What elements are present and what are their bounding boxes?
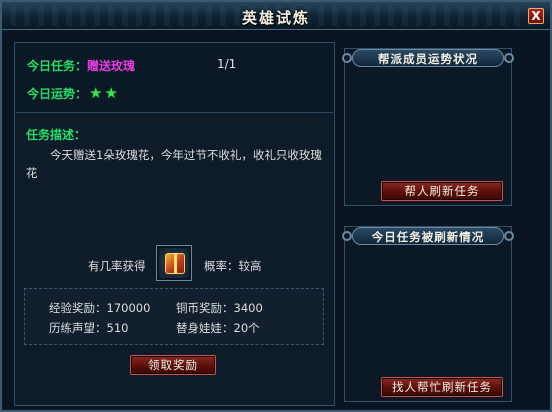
refresh-status-title: 今日任务被刷新情况 <box>371 230 485 244</box>
star-icon: ★ <box>104 84 118 102</box>
copper-reward: 铜币奖励：3400 <box>176 301 263 315</box>
title-bar[interactable]: 英雄试炼 X <box>2 2 550 30</box>
ask-refresh-button[interactable]: 找人帮忙刷新任务 <box>381 377 503 397</box>
doll-reward: 替身娃娃：20个 <box>176 321 260 335</box>
today-task-label: 今日任务： <box>27 59 88 73</box>
description-title: 任务描述： <box>26 128 87 142</box>
reward-chance-row: 有几率获得 概率：较高 <box>16 245 333 285</box>
hero-trial-window: 英雄试炼 X 今日任务：赠送玫瑰 1/1 今日运势： ★ ★ 任务描述： 今天赠送1… <box>0 0 552 412</box>
task-name: 赠送玫瑰 <box>87 59 136 73</box>
today-task-row: 今日任务：赠送玫瑰 <box>27 57 135 75</box>
reward-item-slot[interactable] <box>156 245 192 281</box>
refresh-status-header: 今日任务被刷新情况 <box>340 225 516 247</box>
claim-reward-button[interactable]: 领取奖励 <box>130 355 216 375</box>
task-progress: 1/1 <box>217 57 237 71</box>
help-refresh-button[interactable]: 帮人刷新任务 <box>381 181 503 201</box>
star-icon: ★ <box>89 84 103 102</box>
guild-fortune-panel: 帮派成员运势状况 帮人刷新任务 <box>342 48 514 206</box>
exp-reward: 经验奖励：170000 <box>49 301 151 315</box>
window-title: 英雄试炼 <box>241 9 310 27</box>
guild-fortune-title: 帮派成员运势状况 <box>378 52 478 66</box>
header-ornament-right <box>504 231 514 241</box>
fortune-row: 今日运势： ★ ★ <box>27 84 118 102</box>
task-progress-row: 1/1 <box>217 57 236 75</box>
reward-chance-label: 有几率获得 <box>88 259 146 273</box>
description-box: 任务描述： 今天赠送1朵玫瑰花，今年过节不收礼，收礼只收玫瑰花 有几率获得 概率… <box>16 112 333 405</box>
prestige-reward: 历练声望：510 <box>49 321 129 335</box>
description-text: 今天赠送1朵玫瑰花，今年过节不收礼，收礼只收玫瑰花 <box>26 148 322 180</box>
gift-box-icon <box>165 253 185 274</box>
refresh-status-panel: 今日任务被刷新情况 找人帮忙刷新任务 <box>342 226 514 402</box>
header-ornament-left <box>342 53 352 63</box>
fortune-label: 今日运势： <box>27 87 88 101</box>
reward-rate: 概率：较高 <box>204 259 262 273</box>
close-icon[interactable]: X <box>528 8 544 24</box>
header-ornament-right <box>504 53 514 63</box>
guild-fortune-header: 帮派成员运势状况 <box>340 47 516 69</box>
task-panel: 今日任务：赠送玫瑰 1/1 今日运势： ★ ★ 任务描述： 今天赠送1朵玫瑰花，今年… <box>14 42 335 406</box>
reward-stats-box: 经验奖励：170000 铜币奖励：3400 历练声望：510 替身娃娃：20个 <box>24 288 324 345</box>
header-ornament-left <box>342 231 352 241</box>
